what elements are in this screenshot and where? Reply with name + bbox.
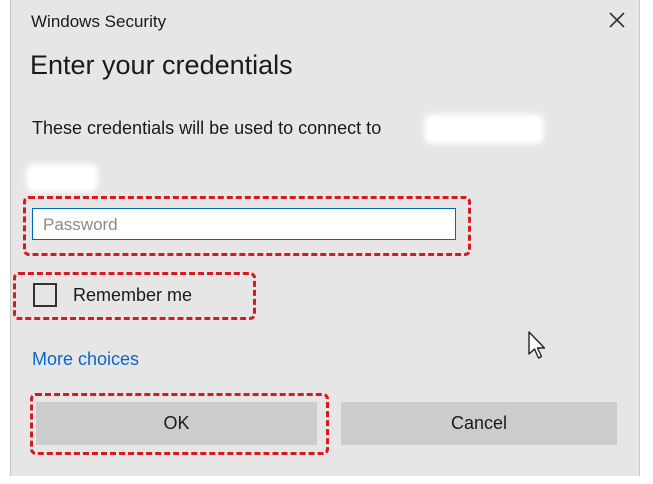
credentials-dialog: Windows Security Enter your credentials … — [10, 0, 640, 476]
redacted-server-name — [428, 118, 540, 140]
description-text: These credentials will be used to connec… — [32, 118, 382, 138]
close-icon[interactable] — [605, 8, 629, 32]
remember-me-label[interactable]: Remember me — [73, 285, 192, 306]
window-title: Windows Security — [31, 12, 167, 31]
more-choices-link[interactable]: More choices — [32, 349, 139, 370]
remember-me-checkbox[interactable] — [33, 283, 57, 307]
password-input[interactable] — [32, 208, 456, 240]
page-title: Enter your credentials — [30, 50, 293, 80]
redacted-server-name-continued — [30, 168, 94, 188]
cancel-button[interactable]: Cancel — [341, 402, 617, 445]
mouse-pointer-icon — [528, 331, 546, 359]
ok-button[interactable]: OK — [36, 402, 317, 445]
